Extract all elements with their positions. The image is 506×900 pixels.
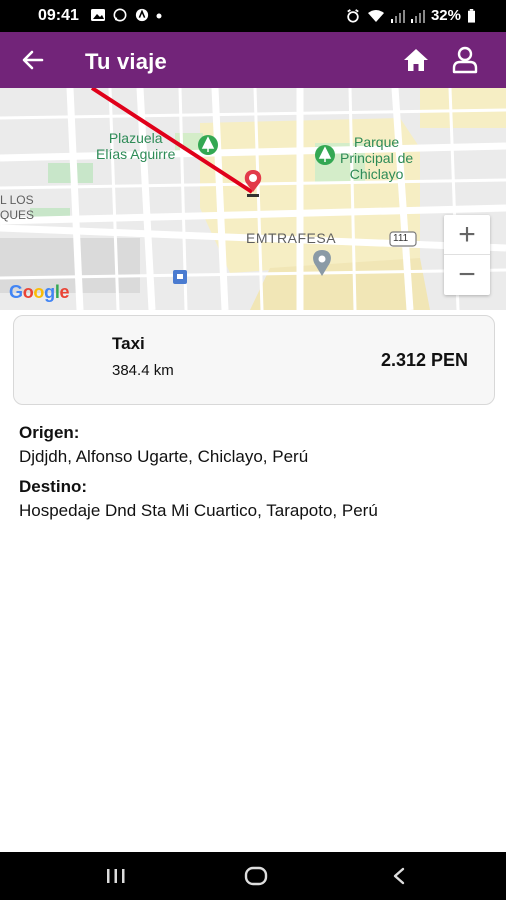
status-right-icons: 32% <box>345 7 476 24</box>
origin-value: Djdjdh, Alfonso Ugarte, Chiclayo, Perú <box>19 447 309 466</box>
signal-icon <box>410 9 425 23</box>
status-left-icons <box>90 8 162 22</box>
recent-apps-icon[interactable] <box>104 866 128 886</box>
map-label-plazuela: Plazuela Elías Aguirre <box>96 130 176 162</box>
gallery-icon <box>91 9 105 21</box>
destination-label: Destino: <box>19 477 87 496</box>
map-label-parque: Parque Principal de Chiclayo <box>340 134 414 182</box>
back-chevron-icon[interactable] <box>388 866 412 886</box>
dot-icon <box>156 13 162 19</box>
app-bar: Tu viaje <box>0 32 506 88</box>
google-attribution: Google <box>9 282 70 302</box>
zoom-out-button[interactable]: − <box>444 255 490 295</box>
whatsapp-icon <box>113 8 127 22</box>
route-shield-label: 111 <box>393 233 409 244</box>
home-circle-icon[interactable] <box>243 866 269 886</box>
page-title: Tu viaje <box>85 49 167 74</box>
map-tiles <box>0 88 506 310</box>
system-nav-bar <box>0 852 506 900</box>
trip-price: 2.312 PEN <box>380 350 468 370</box>
destination-value: Hospedaje Dnd Sta Mi Cuartico, Tarapoto,… <box>19 501 378 520</box>
home-icon[interactable] <box>402 47 430 73</box>
battery-percent: 32% <box>430 7 461 24</box>
zoom-controls: + − <box>444 215 490 295</box>
trip-summary-card[interactable]: Taxi 384.4 km 2.312 PEN <box>13 315 495 405</box>
battery-icon <box>468 8 475 23</box>
route-map[interactable]: Plazuela Elías Aguirre Parque Principal … <box>0 88 506 310</box>
vehicle-type: Taxi <box>112 334 145 353</box>
zoom-in-button[interactable]: + <box>444 215 490 255</box>
origin-label: Origen: <box>19 423 80 442</box>
map-label-los-ques: L LOS QUES <box>0 193 35 222</box>
alarm-icon <box>347 8 359 23</box>
wifi-icon <box>367 9 384 22</box>
signal-icon <box>390 9 405 23</box>
map-label-emtrafesa: EMTRAFESA <box>246 230 337 246</box>
status-time: 09:41 <box>38 7 79 24</box>
maps-icon <box>135 8 149 22</box>
status-bar: 09:41 32% <box>0 0 506 32</box>
user-icon[interactable] <box>452 46 478 74</box>
arrow-left-icon[interactable] <box>20 47 46 73</box>
trip-distance: 384.4 km <box>112 362 174 379</box>
